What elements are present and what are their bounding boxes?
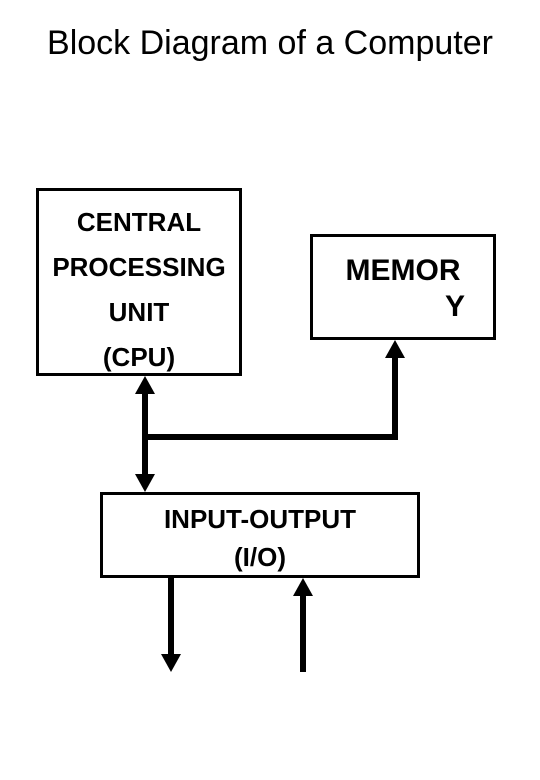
memory-line1: MEMOR <box>313 253 493 289</box>
io-output-arrow-right <box>293 578 313 596</box>
io-connector-arrow-down <box>135 474 155 492</box>
memory-line2: Y <box>313 289 493 325</box>
cpu-block: CENTRAL PROCESSING UNIT (CPU) <box>36 188 242 376</box>
cpu-line2: PROCESSING <box>39 248 239 287</box>
cpu-connector-line <box>142 392 148 440</box>
io-output-arrow-left <box>161 654 181 672</box>
io-line2: (I/O) <box>103 539 417 575</box>
io-block: INPUT-OUTPUT (I/O) <box>100 492 420 578</box>
memory-block: MEMOR Y <box>310 234 496 340</box>
io-output-line-left <box>168 578 174 658</box>
cpu-line4: (CPU) <box>39 338 239 377</box>
io-connector-line <box>142 434 148 478</box>
memory-connector-arrow-up <box>385 340 405 358</box>
io-output-line-right <box>300 594 306 672</box>
cpu-connector-arrow-up <box>135 376 155 394</box>
bus-line <box>142 434 398 440</box>
io-line1: INPUT-OUTPUT <box>103 501 417 537</box>
cpu-line1: CENTRAL <box>39 203 239 242</box>
cpu-line3: UNIT <box>39 293 239 332</box>
diagram-title: Block Diagram of a Computer <box>0 24 540 63</box>
memory-connector-line <box>392 356 398 440</box>
